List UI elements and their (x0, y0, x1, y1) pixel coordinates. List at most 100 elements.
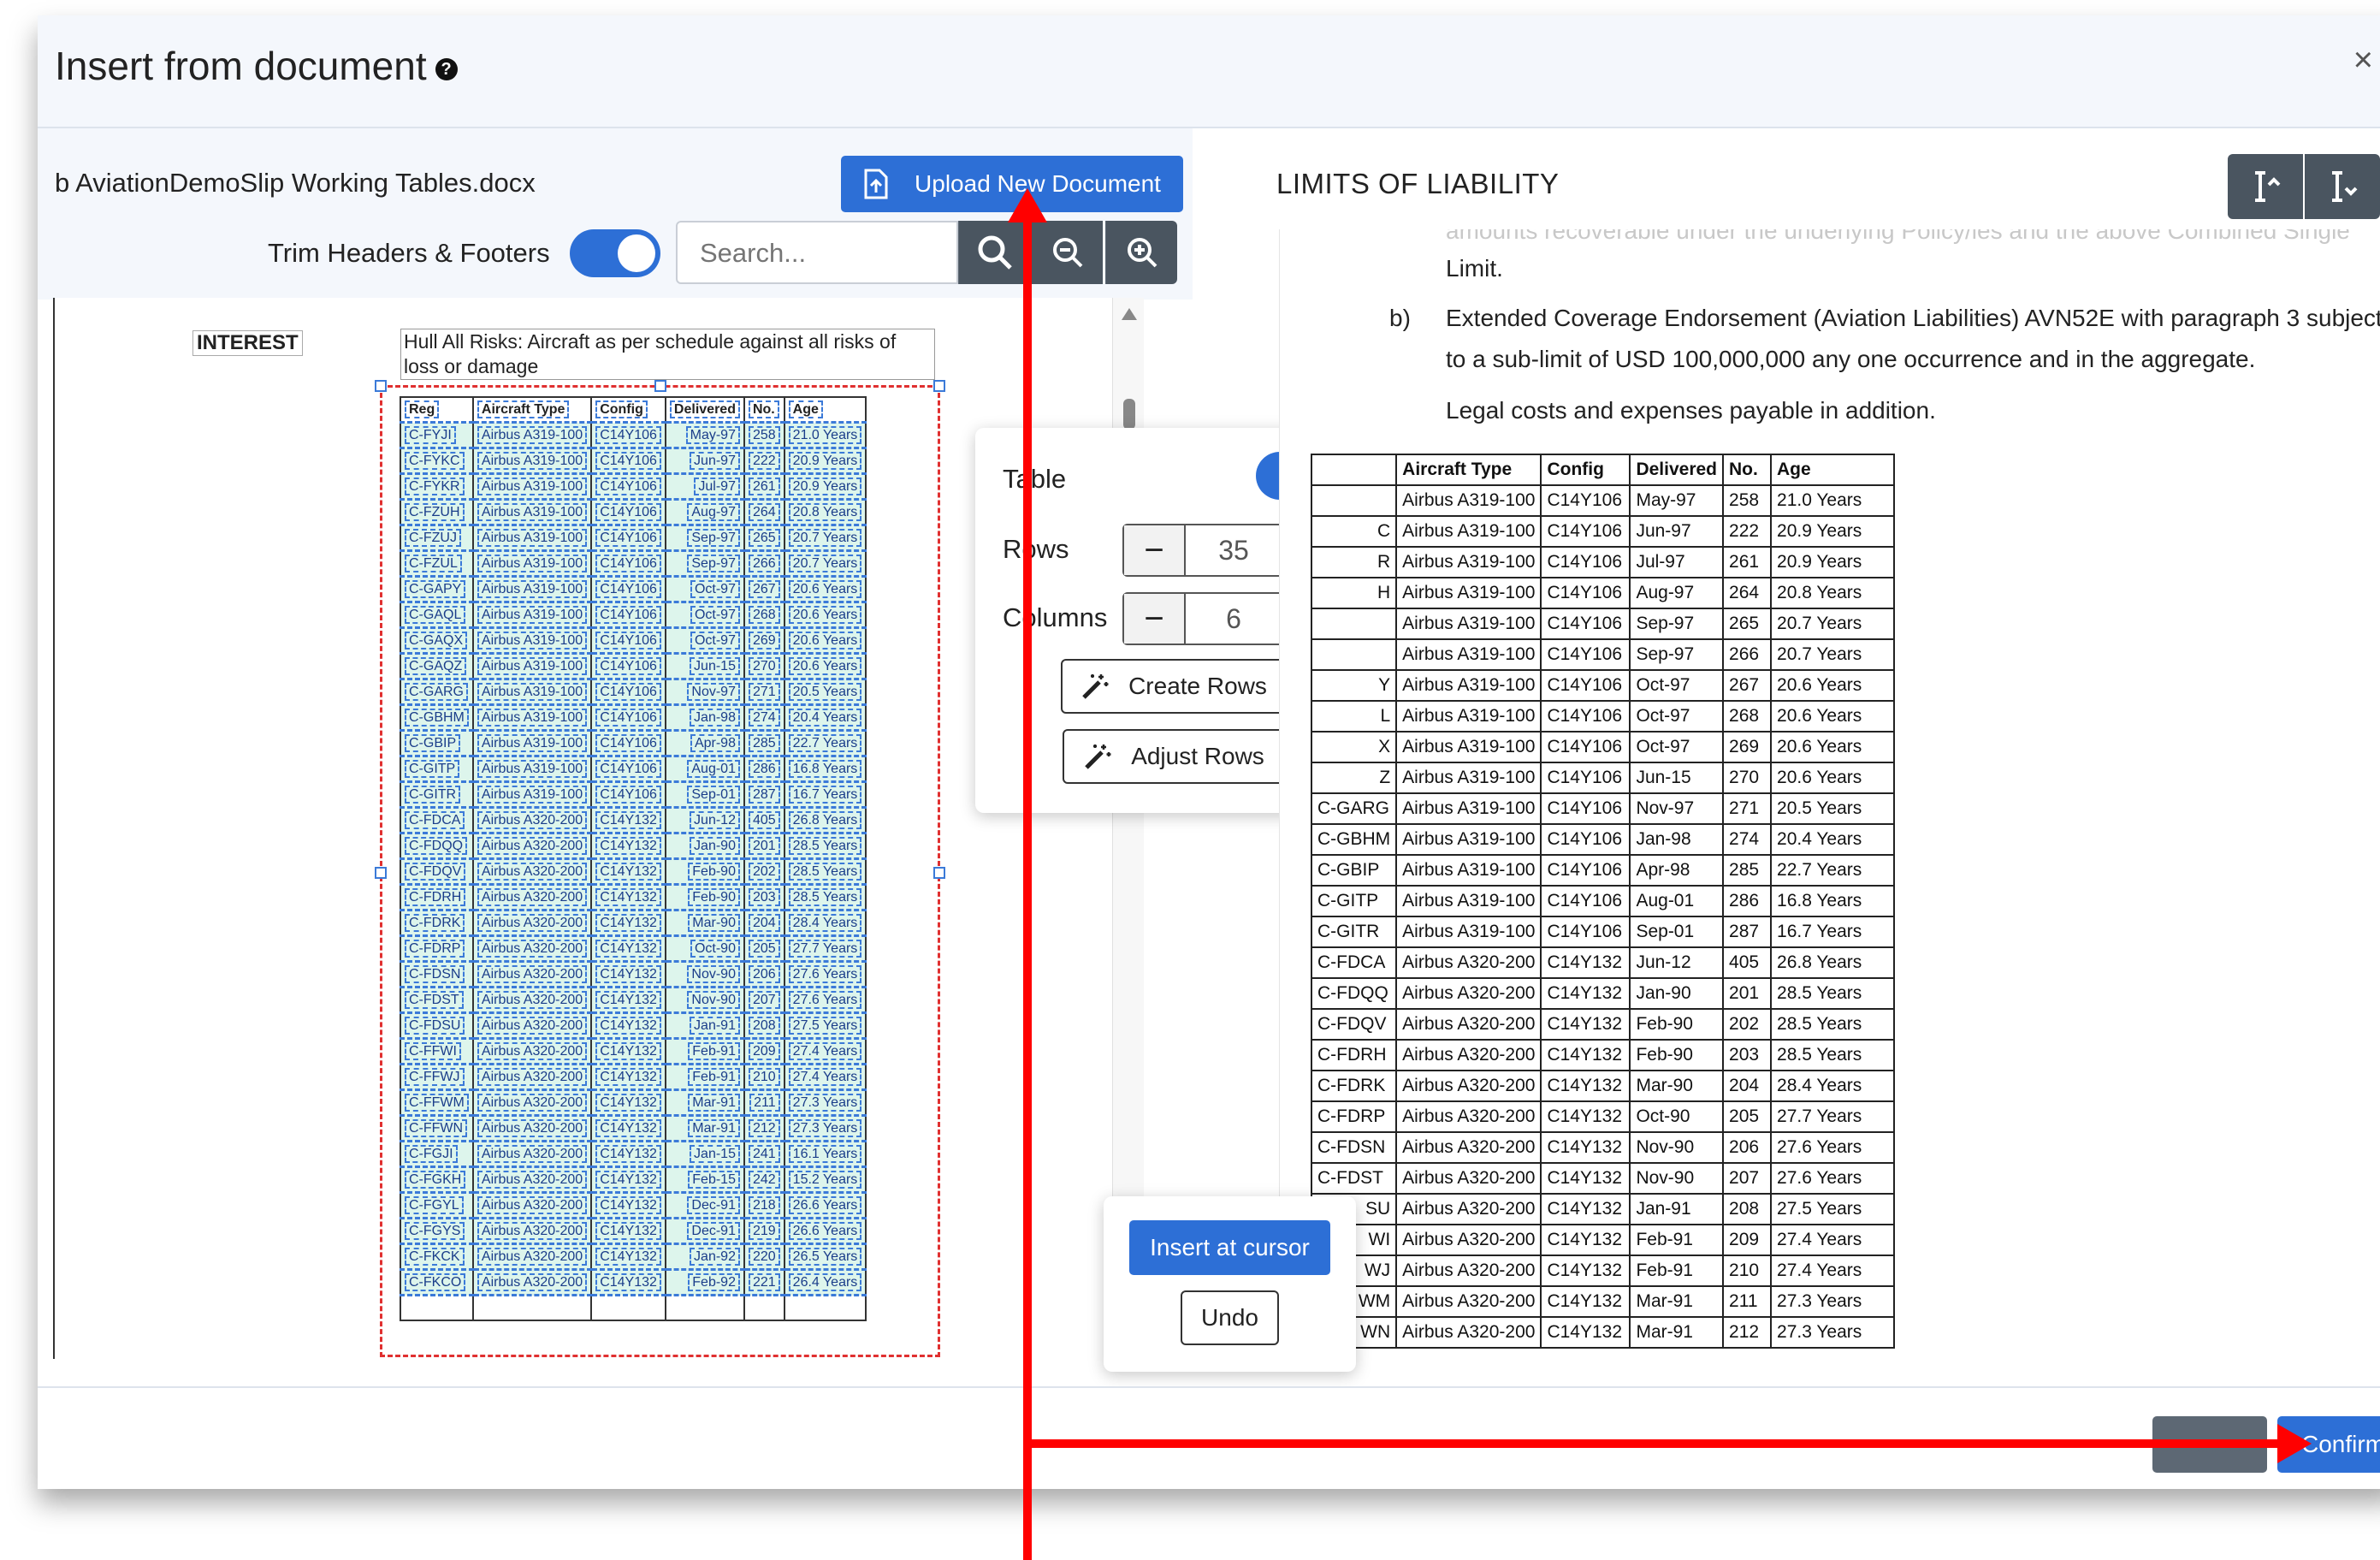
table-row[interactable]: SU Airbus A320-200 C14Y132 Jan-91 208 27.5 Ye… (1310, 1193, 1896, 1225)
resize-handle[interactable] (375, 380, 387, 392)
table-cell: 27.4 Years (788, 1041, 862, 1060)
table-row[interactable]: C-FZUL Airbus A319-100 C14Y106 Sep-97 266 20.… (400, 549, 867, 578)
table-row[interactable]: C-FFWM Airbus A320-200 C14Y132 Mar-91 211 27.… (400, 1088, 867, 1117)
table-row[interactable]: Airbus A319-100 C14Y106 May-97 258 21.0 Year… (1310, 484, 1896, 517)
table-row[interactable]: X Airbus A319-100 C14Y106 Oct-97 269 20.6 Yea… (1310, 731, 1896, 763)
table-row[interactable]: C-FGJI Airbus A320-200 C14Y132 Jan-15 241 16.… (400, 1140, 867, 1168)
table-row[interactable]: C-FDCA Airbus A320-200 C14Y132 Jun-12 405 26.… (400, 806, 867, 834)
zoom-out-button[interactable] (1031, 221, 1103, 284)
table-row[interactable]: C-GAQZ Airbus A319-100 C14Y106 Jun-15 270 20.… (400, 652, 867, 680)
table-row[interactable]: C-GBHM Airbus A319-100 C14Y106 Jan-98 274 20.… (1310, 823, 1896, 856)
table-cell: Airbus A320-200 (1395, 946, 1542, 979)
resize-handle[interactable] (933, 867, 945, 879)
create-rows-button[interactable]: Create Rows (1061, 659, 1287, 714)
table-cell: 212 (1722, 1316, 1773, 1349)
table-row[interactable]: C-FDQV Airbus A320-200 C14Y132 Feb-90 202 28.… (400, 857, 867, 886)
table-row[interactable]: C-GITP Airbus A319-100 C14Y106 Aug-01 286 16.… (400, 755, 867, 783)
table-row[interactable]: C-FDST Airbus A320-200 C14Y132 Nov-90 207 27.… (1310, 1162, 1896, 1195)
search-input[interactable] (698, 227, 941, 280)
table-row[interactable]: WM Airbus A320-200 C14Y132 Mar-91 211 27.3 Ye… (1310, 1285, 1896, 1318)
table-row[interactable]: C-GITP Airbus A319-100 C14Y106 Aug-01 286 16.… (1310, 885, 1896, 917)
table-row[interactable]: C-GITR Airbus A319-100 C14Y106 Sep-01 287 16.… (1310, 916, 1896, 948)
table-cell: Airbus A320-200 (477, 990, 588, 1009)
table-row[interactable]: C-FDQV Airbus A320-200 C14Y132 Feb-90 202 28.… (1310, 1008, 1896, 1041)
search-button[interactable] (958, 221, 1030, 284)
table-row[interactable]: WI Airbus A320-200 C14Y132 Feb-91 209 27.4 Ye… (1310, 1224, 1896, 1256)
table-cell: Jan-91 (1629, 1193, 1725, 1225)
table-row[interactable]: C-FFWJ Airbus A320-200 C14Y132 Feb-91 210 27.… (400, 1063, 867, 1091)
table-cell: C-FYKR (405, 477, 465, 495)
table-row[interactable]: C-FDRH Airbus A320-200 C14Y132 Feb-90 203 28.… (1310, 1039, 1896, 1071)
table-row[interactable]: C-GITR Airbus A319-100 C14Y106 Sep-01 287 16.… (400, 780, 867, 809)
table-row[interactable]: C-FDRK Airbus A320-200 C14Y132 Mar-90 204 28.… (1310, 1070, 1896, 1102)
table-row[interactable]: WJ Airbus A320-200 C14Y132 Feb-91 210 27.4 Ye… (1310, 1255, 1896, 1287)
trim-headers-toggle[interactable] (570, 229, 660, 277)
table-cell: Airbus A320-200 (477, 862, 588, 881)
table-row[interactable]: C-FDQQ Airbus A320-200 C14Y132 Jan-90 201 28.… (400, 832, 867, 860)
table-row[interactable]: Z Airbus A319-100 C14Y106 Jun-15 270 20.6 Yea… (1310, 762, 1896, 794)
table-cell: Nov-90 (1629, 1162, 1725, 1195)
columns-value[interactable]: 6 (1184, 594, 1283, 644)
rows-value[interactable]: 35 (1184, 525, 1283, 575)
table-row[interactable]: C-GAPY Airbus A319-100 C14Y106 Oct-97 267 20.… (400, 575, 867, 603)
scroll-thumb[interactable] (1123, 399, 1135, 430)
zoom-in-button[interactable] (1105, 221, 1177, 284)
table-row[interactable]: C-FDRP Airbus A320-200 C14Y132 Oct-90 205 27.… (400, 934, 867, 963)
table-row[interactable]: C-FDRK Airbus A320-200 C14Y132 Mar-90 204 28.… (400, 909, 867, 937)
table-cell: 28.4 Years (788, 913, 862, 932)
resize-handle[interactable] (654, 380, 666, 392)
question-circle-icon[interactable]: ? (435, 57, 458, 80)
scroll-up-arrow-icon[interactable] (1122, 308, 1137, 320)
table-row[interactable]: C-FFWI Airbus A320-200 C14Y132 Feb-91 209 27.… (400, 1037, 867, 1065)
table-row[interactable]: C-FDSN Airbus A320-200 C14Y132 Nov-90 206 27.… (1310, 1131, 1896, 1164)
resize-handle[interactable] (375, 867, 387, 879)
align-top-button[interactable] (2228, 154, 2303, 219)
rows-minus-button[interactable]: − (1124, 525, 1184, 575)
table-row[interactable]: C-FDST Airbus A320-200 C14Y132 Nov-90 207 27.… (400, 986, 867, 1014)
table-row[interactable]: C-FKCK Airbus A320-200 C14Y132 Jan-92 220 26.… (400, 1243, 867, 1271)
table-row[interactable]: C-FFWN Airbus A320-200 C14Y132 Mar-91 212 27.… (400, 1114, 867, 1142)
table-row[interactable]: L Airbus A319-100 C14Y106 Oct-97 268 20.6 Yea… (1310, 700, 1896, 733)
table-row[interactable]: C-GBHM Airbus A319-100 C14Y106 Jan-98 274 20.… (400, 703, 867, 732)
table-row[interactable]: C-FDSN Airbus A320-200 C14Y132 Nov-90 206 27.… (400, 960, 867, 988)
table-row[interactable]: C-GAQX Airbus A319-100 C14Y106 Oct-97 269 20.… (400, 626, 867, 655)
insert-at-cursor-button[interactable]: Insert at cursor (1129, 1220, 1330, 1275)
table-row[interactable]: C-GARG Airbus A319-100 C14Y106 Nov-97 271 20.… (400, 678, 867, 706)
resize-handle[interactable] (933, 380, 945, 392)
adjust-rows-button[interactable]: Adjust Rows (1063, 729, 1285, 784)
table-row[interactable]: C-FYKC Airbus A319-100 C14Y106 Jun-97 222 20.… (400, 447, 867, 475)
columns-minus-button[interactable]: − (1124, 594, 1184, 644)
table-row[interactable]: C-FDQQ Airbus A320-200 C14Y132 Jan-90 201 28.… (1310, 977, 1896, 1010)
table-cell: 268 (1722, 700, 1773, 733)
table-row[interactable]: C Airbus A319-100 C14Y106 Jun-97 222 20.9 Yea… (1310, 515, 1896, 548)
table-row[interactable]: C-FKCO Airbus A320-200 C14Y132 Feb-92 221 26.… (400, 1268, 867, 1296)
table-row[interactable]: C-FDRP Airbus A320-200 C14Y132 Oct-90 205 27.… (1310, 1100, 1896, 1133)
table-row[interactable]: C-FZUH Airbus A319-100 C14Y106 Aug-97 264 20.… (400, 498, 867, 526)
table-row[interactable]: C-FYJI Airbus A319-100 C14Y106 May-97 258 21.… (400, 421, 867, 449)
table-header-row: Aircraft Type Config Delivered No. Age (1310, 454, 1896, 486)
table-row[interactable]: R Airbus A319-100 C14Y106 Jul-97 261 20.9 Yea… (1310, 546, 1896, 578)
table-row[interactable]: C-FYKR Airbus A319-100 C14Y106 Jul-97 261 20.… (400, 472, 867, 501)
detected-table-selection[interactable]: Reg Aircraft Type Config Delivered No. Age C-F… (375, 380, 945, 1357)
table-row[interactable]: WN Airbus A320-200 C14Y132 Mar-91 212 27.3 Ye… (1310, 1316, 1896, 1349)
table-row[interactable]: Y Airbus A319-100 C14Y106 Oct-97 267 20.6 Yea… (1310, 669, 1896, 702)
table-row[interactable]: C-FDCA Airbus A320-200 C14Y132 Jun-12 405 26.… (1310, 946, 1896, 979)
table-row[interactable]: C-FGYS Airbus A320-200 C14Y132 Dec-91 219 26.… (400, 1217, 867, 1245)
table-row[interactable]: Airbus A319-100 C14Y106 Sep-97 265 20.7 Year… (1310, 608, 1896, 640)
table-row[interactable]: C-GARG Airbus A319-100 C14Y106 Nov-97 271 20.… (1310, 792, 1896, 825)
table-cell: C-FDQQ (1310, 977, 1398, 1010)
table-row[interactable]: C-FDRH Airbus A320-200 C14Y132 Feb-90 203 28.… (400, 883, 867, 911)
table-row[interactable]: C-GBIP Airbus A319-100 C14Y106 Apr-98 285 22.… (400, 729, 867, 757)
table-row[interactable]: C-FGKH Airbus A320-200 C14Y132 Feb-15 242 15.… (400, 1166, 867, 1194)
table-row[interactable]: C-GAQL Airbus A319-100 C14Y106 Oct-97 268 20.… (400, 601, 867, 629)
align-bottom-button[interactable] (2305, 154, 2380, 219)
table-row[interactable]: C-FGYL Airbus A320-200 C14Y132 Dec-91 218 26.… (400, 1191, 867, 1219)
undo-button[interactable]: Undo (1181, 1290, 1279, 1345)
table-row[interactable]: C-FZUJ Airbus A319-100 C14Y106 Sep-97 265 20.… (400, 524, 867, 552)
target-document-view[interactable]: amounts recoverable under the underlying… (1279, 229, 2380, 1361)
table-row[interactable]: Airbus A319-100 C14Y106 Sep-97 266 20.7 Year… (1310, 638, 1896, 671)
table-row[interactable]: C-GBIP Airbus A319-100 C14Y106 Apr-98 285 22.… (1310, 854, 1896, 887)
table-row[interactable]: H Airbus A319-100 C14Y106 Aug-97 264 20.8 Yea… (1310, 577, 1896, 609)
close-icon[interactable]: × (2353, 41, 2373, 80)
table-row[interactable]: C-FDSU Airbus A320-200 C14Y132 Jan-91 208 27.… (400, 1011, 867, 1040)
